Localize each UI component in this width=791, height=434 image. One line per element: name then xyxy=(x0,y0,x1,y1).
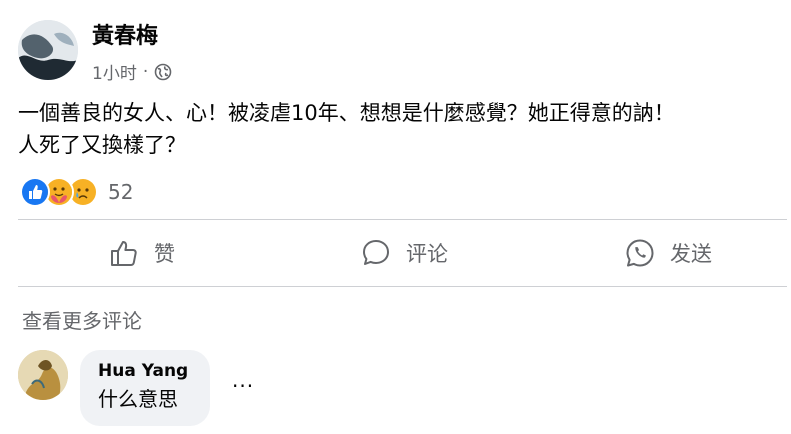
author-meta: 黃春梅 1小时 · xyxy=(92,20,172,84)
comment-label: 评论 xyxy=(406,242,448,266)
commenter-avatar[interactable] xyxy=(18,350,68,400)
comment-text: 什么意思 xyxy=(98,387,178,411)
post-time[interactable]: 1小时 xyxy=(92,59,137,84)
whatsapp-icon xyxy=(626,239,654,267)
post-body: 一個善良的女人、心！被凌虐10年、想想是什麼感覺？她正得意的訥！ 人死了又換樣了… xyxy=(18,97,778,161)
author-avatar[interactable] xyxy=(18,20,78,80)
action-bar: 赞 评论 发送 xyxy=(0,222,791,284)
post-body-line: 一個善良的女人、心！被凌虐10年、想想是什麼感覺？她正得意的訥！ xyxy=(18,101,675,125)
like-label: 赞 xyxy=(154,242,175,266)
send-label: 发送 xyxy=(670,242,712,266)
view-more-comments-link[interactable]: 查看更多评论 xyxy=(22,305,142,334)
globe-icon xyxy=(154,63,172,81)
thumbs-up-icon xyxy=(111,241,137,266)
post-header: 黃春梅 1小时 · xyxy=(18,20,172,84)
author-name[interactable]: 黃春梅 xyxy=(92,22,172,52)
divider xyxy=(18,286,787,287)
send-button[interactable]: 发送 xyxy=(624,222,712,284)
comment-options-button[interactable]: ··· xyxy=(232,374,254,398)
comment-author[interactable]: Hua Yang xyxy=(98,360,192,382)
comment-bubble: Hua Yang 什么意思 xyxy=(80,350,210,426)
comment-item: Hua Yang 什么意思 ··· xyxy=(18,350,254,426)
post-time-row: 1小时 · xyxy=(92,59,172,84)
divider xyxy=(18,219,787,220)
reactions-summary[interactable]: 52 xyxy=(20,177,133,207)
like-icon xyxy=(20,177,50,207)
post-body-line: 人死了又換樣了？ xyxy=(18,133,186,157)
separator-dot: · xyxy=(142,61,149,82)
comment-icon xyxy=(363,240,389,265)
like-button[interactable]: 赞 xyxy=(108,222,175,284)
comment-button[interactable]: 评论 xyxy=(360,222,448,284)
reaction-count[interactable]: 52 xyxy=(108,180,133,204)
